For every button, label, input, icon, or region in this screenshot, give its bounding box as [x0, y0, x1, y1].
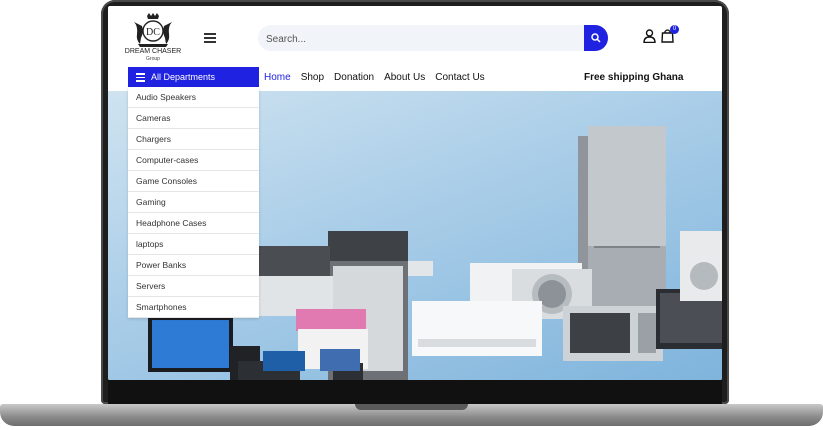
- all-departments-button[interactable]: All Departments: [128, 67, 259, 87]
- main-navigation: Home Shop Donation About Us Contact Us: [264, 72, 495, 83]
- hamburger-menu-icon[interactable]: [204, 33, 216, 45]
- search-icon: [591, 33, 601, 43]
- dept-item-laptops[interactable]: laptops: [128, 234, 259, 255]
- cart-count-badge: 0: [670, 25, 679, 34]
- nav-contact-us[interactable]: Contact Us: [435, 72, 484, 83]
- search-input[interactable]: [264, 25, 588, 53]
- logo[interactable]: DC DREAM CHASER Group: [125, 12, 181, 66]
- departments-dropdown: Audio Speakers Cameras Chargers Computer…: [128, 87, 259, 318]
- dept-item-cameras[interactable]: Cameras: [128, 108, 259, 129]
- laptop-base-notch: [355, 404, 468, 410]
- svg-text:DC: DC: [146, 27, 160, 38]
- free-shipping-banner: Free shipping Ghana: [584, 72, 684, 83]
- dept-item-gaming[interactable]: Gaming: [128, 192, 259, 213]
- laptop-bezel-bottom: [108, 380, 722, 404]
- user-account-icon[interactable]: [643, 29, 656, 43]
- dept-item-computer-cases[interactable]: Computer-cases: [128, 150, 259, 171]
- brand-name: DREAM CHASER: [124, 48, 182, 55]
- brand-subtitle: Group: [146, 56, 160, 62]
- nav-donation[interactable]: Donation: [334, 72, 374, 83]
- list-icon: [136, 73, 145, 84]
- dept-item-smartphones[interactable]: Smartphones: [128, 297, 259, 318]
- dept-item-power-banks[interactable]: Power Banks: [128, 255, 259, 276]
- dept-item-game-consoles[interactable]: Game Consoles: [128, 171, 259, 192]
- nav-shop[interactable]: Shop: [301, 72, 324, 83]
- dept-item-headphone-cases[interactable]: Headphone Cases: [128, 213, 259, 234]
- dept-item-chargers[interactable]: Chargers: [128, 129, 259, 150]
- search-button[interactable]: [584, 25, 608, 51]
- search-bar: [258, 25, 608, 53]
- dept-item-audio-speakers[interactable]: Audio Speakers: [128, 87, 259, 108]
- dept-item-servers[interactable]: Servers: [128, 276, 259, 297]
- all-departments-label: All Departments: [151, 72, 216, 82]
- crest-icon: DC: [134, 13, 172, 47]
- nav-home[interactable]: Home: [264, 72, 291, 83]
- screen: DC DREAM CHASER Group 0: [108, 6, 722, 380]
- nav-about-us[interactable]: About Us: [384, 72, 425, 83]
